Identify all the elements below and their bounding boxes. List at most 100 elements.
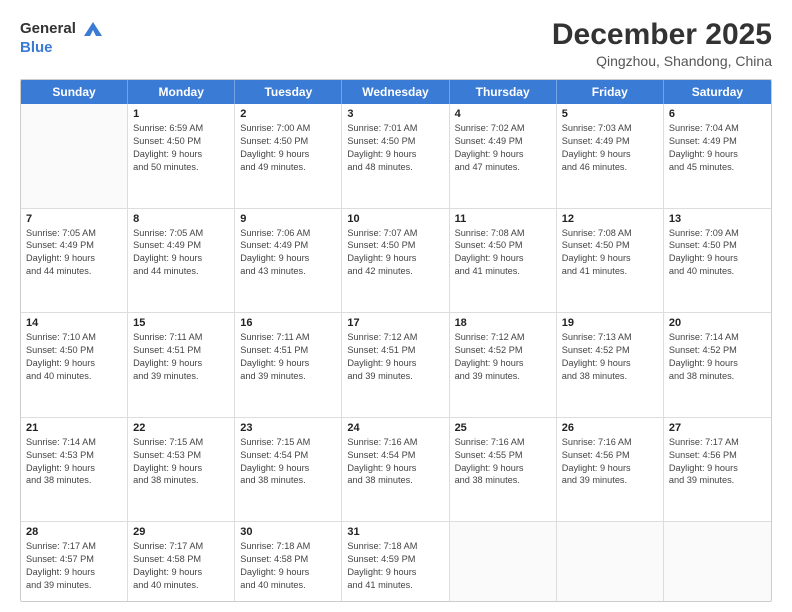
- title-block: December 2025 Qingzhou, Shandong, China: [552, 18, 772, 69]
- day-cell-2: 2Sunrise: 7:00 AMSunset: 4:50 PMDaylight…: [235, 104, 342, 208]
- sunset-text: Sunset: 4:52 PM: [455, 344, 551, 357]
- daylight-text-2: and 44 minutes.: [26, 265, 122, 278]
- daylight-text-1: Daylight: 9 hours: [240, 252, 336, 265]
- daylight-text-2: and 39 minutes.: [26, 579, 122, 592]
- day-cell-28: 28Sunrise: 7:17 AMSunset: 4:57 PMDayligh…: [21, 522, 128, 602]
- daylight-text-2: and 50 minutes.: [133, 161, 229, 174]
- sunset-text: Sunset: 4:50 PM: [240, 135, 336, 148]
- day-cell-20: 20Sunrise: 7:14 AMSunset: 4:52 PMDayligh…: [664, 313, 771, 417]
- day-number: 21: [26, 422, 122, 434]
- sunset-text: Sunset: 4:51 PM: [133, 344, 229, 357]
- daylight-text-2: and 40 minutes.: [133, 579, 229, 592]
- sunset-text: Sunset: 4:49 PM: [669, 135, 766, 148]
- sunset-text: Sunset: 4:50 PM: [26, 344, 122, 357]
- day-cell-7: 7Sunrise: 7:05 AMSunset: 4:49 PMDaylight…: [21, 209, 128, 313]
- daylight-text-2: and 38 minutes.: [26, 474, 122, 487]
- sunrise-text: Sunrise: 6:59 AM: [133, 122, 229, 135]
- sunrise-text: Sunrise: 7:03 AM: [562, 122, 658, 135]
- sunrise-text: Sunrise: 7:18 AM: [240, 540, 336, 553]
- day-number: 4: [455, 108, 551, 120]
- sunset-text: Sunset: 4:49 PM: [26, 239, 122, 252]
- day-cell-27: 27Sunrise: 7:17 AMSunset: 4:56 PMDayligh…: [664, 418, 771, 522]
- sunset-text: Sunset: 4:53 PM: [26, 449, 122, 462]
- day-cell-18: 18Sunrise: 7:12 AMSunset: 4:52 PMDayligh…: [450, 313, 557, 417]
- daylight-text-1: Daylight: 9 hours: [562, 148, 658, 161]
- day-cell-22: 22 Sunrise: 7:15 AMSunset: 4:53 PMDayligh…: [128, 418, 235, 522]
- daylight-text-2: and 46 minutes.: [562, 161, 658, 174]
- sunset-text: Sunset: 4:55 PM: [455, 449, 551, 462]
- sunset-text: Sunset: 4:50 PM: [669, 239, 766, 252]
- sunset-text: Sunset: 4:49 PM: [562, 135, 658, 148]
- daylight-text-2: and 41 minutes.: [562, 265, 658, 278]
- day-of-week-saturday: Saturday: [664, 80, 771, 104]
- day-of-week-tuesday: Tuesday: [235, 80, 342, 104]
- empty-cell: [450, 522, 557, 602]
- daylight-text-2: and 38 minutes.: [455, 474, 551, 487]
- sunset-text: Sunset: 4:54 PM: [347, 449, 443, 462]
- daylight-text-2: and 39 minutes.: [240, 370, 336, 383]
- sunset-text: Sunset: 4:56 PM: [669, 449, 766, 462]
- daylight-text-2: and 40 minutes.: [26, 370, 122, 383]
- daylight-text-1: Daylight: 9 hours: [240, 566, 336, 579]
- daylight-text-2: and 40 minutes.: [669, 265, 766, 278]
- sunset-text: Sunset: 4:58 PM: [133, 553, 229, 566]
- day-cell-25: 25Sunrise: 7:16 AMSunset: 4:55 PMDayligh…: [450, 418, 557, 522]
- calendar: SundayMondayTuesdayWednesdayThursdayFrid…: [20, 79, 772, 602]
- empty-cell: [557, 522, 664, 602]
- day-number: 22: [133, 422, 229, 434]
- daylight-text-2: and 38 minutes.: [240, 474, 336, 487]
- sunrise-text: Sunrise: 7:05 AM: [26, 227, 122, 240]
- day-of-week-friday: Friday: [557, 80, 664, 104]
- sunrise-text: Sunrise: 7:18 AM: [347, 540, 443, 553]
- daylight-text-1: Daylight: 9 hours: [347, 357, 443, 370]
- day-cell-6: 6Sunrise: 7:04 AMSunset: 4:49 PMDaylight…: [664, 104, 771, 208]
- sunrise-text: Sunrise: 7:16 AM: [562, 436, 658, 449]
- day-number: 15: [133, 317, 229, 329]
- day-number: 5: [562, 108, 658, 120]
- day-cell-1: 1Sunrise: 6:59 AMSunset: 4:50 PMDaylight…: [128, 104, 235, 208]
- daylight-text-2: and 43 minutes.: [240, 265, 336, 278]
- daylight-text-2: and 42 minutes.: [347, 265, 443, 278]
- sunset-text: Sunset: 4:49 PM: [455, 135, 551, 148]
- sunrise-text: Sunrise: 7:11 AM: [133, 331, 229, 344]
- daylight-text-1: Daylight: 9 hours: [26, 462, 122, 475]
- calendar-body: 1Sunrise: 6:59 AMSunset: 4:50 PMDaylight…: [21, 104, 771, 602]
- daylight-text-1: Daylight: 9 hours: [669, 252, 766, 265]
- daylight-text-2: and 41 minutes.: [347, 579, 443, 592]
- day-number: 30: [240, 526, 336, 538]
- daylight-text-2: and 45 minutes.: [669, 161, 766, 174]
- sunset-text: Sunset: 4:57 PM: [26, 553, 122, 566]
- header: General Blue December 2025 Qingzhou, Sha…: [20, 18, 772, 69]
- daylight-text-1: Daylight: 9 hours: [347, 462, 443, 475]
- sunset-text: Sunset: 4:53 PM: [133, 449, 229, 462]
- daylight-text-2: and 39 minutes.: [347, 370, 443, 383]
- daylight-text-1: Daylight: 9 hours: [455, 148, 551, 161]
- daylight-text-1: Daylight: 9 hours: [240, 357, 336, 370]
- calendar-header: SundayMondayTuesdayWednesdayThursdayFrid…: [21, 80, 771, 104]
- day-cell-30: 30Sunrise: 7:18 AMSunset: 4:58 PMDayligh…: [235, 522, 342, 602]
- sunrise-text: Sunrise: 7:10 AM: [26, 331, 122, 344]
- sunrise-text: Sunrise: 7:12 AM: [347, 331, 443, 344]
- daylight-text-2: and 49 minutes.: [240, 161, 336, 174]
- day-cell-9: 9Sunrise: 7:06 AMSunset: 4:49 PMDaylight…: [235, 209, 342, 313]
- sunrise-text: Sunrise: 7:15 AM: [133, 436, 229, 449]
- sunrise-text: Sunrise: 7:11 AM: [240, 331, 336, 344]
- daylight-text-1: Daylight: 9 hours: [669, 148, 766, 161]
- daylight-text-1: Daylight: 9 hours: [133, 148, 229, 161]
- day-number: 11: [455, 213, 551, 225]
- day-number: 23: [240, 422, 336, 434]
- sunset-text: Sunset: 4:51 PM: [347, 344, 443, 357]
- daylight-text-2: and 38 minutes.: [133, 474, 229, 487]
- day-cell-24: 24Sunrise: 7:16 AMSunset: 4:54 PMDayligh…: [342, 418, 449, 522]
- day-cell-15: 15Sunrise: 7:11 AMSunset: 4:51 PMDayligh…: [128, 313, 235, 417]
- daylight-text-1: Daylight: 9 hours: [455, 462, 551, 475]
- day-cell-17: 17 Sunrise: 7:12 AMSunset: 4:51 PMDayligh…: [342, 313, 449, 417]
- day-number: 1: [133, 108, 229, 120]
- sunset-text: Sunset: 4:50 PM: [455, 239, 551, 252]
- day-cell-16: 16Sunrise: 7:11 AMSunset: 4:51 PMDayligh…: [235, 313, 342, 417]
- daylight-text-1: Daylight: 9 hours: [133, 462, 229, 475]
- day-number: 24: [347, 422, 443, 434]
- daylight-text-1: Daylight: 9 hours: [26, 357, 122, 370]
- day-number: 13: [669, 213, 766, 225]
- day-number: 17: [347, 317, 443, 329]
